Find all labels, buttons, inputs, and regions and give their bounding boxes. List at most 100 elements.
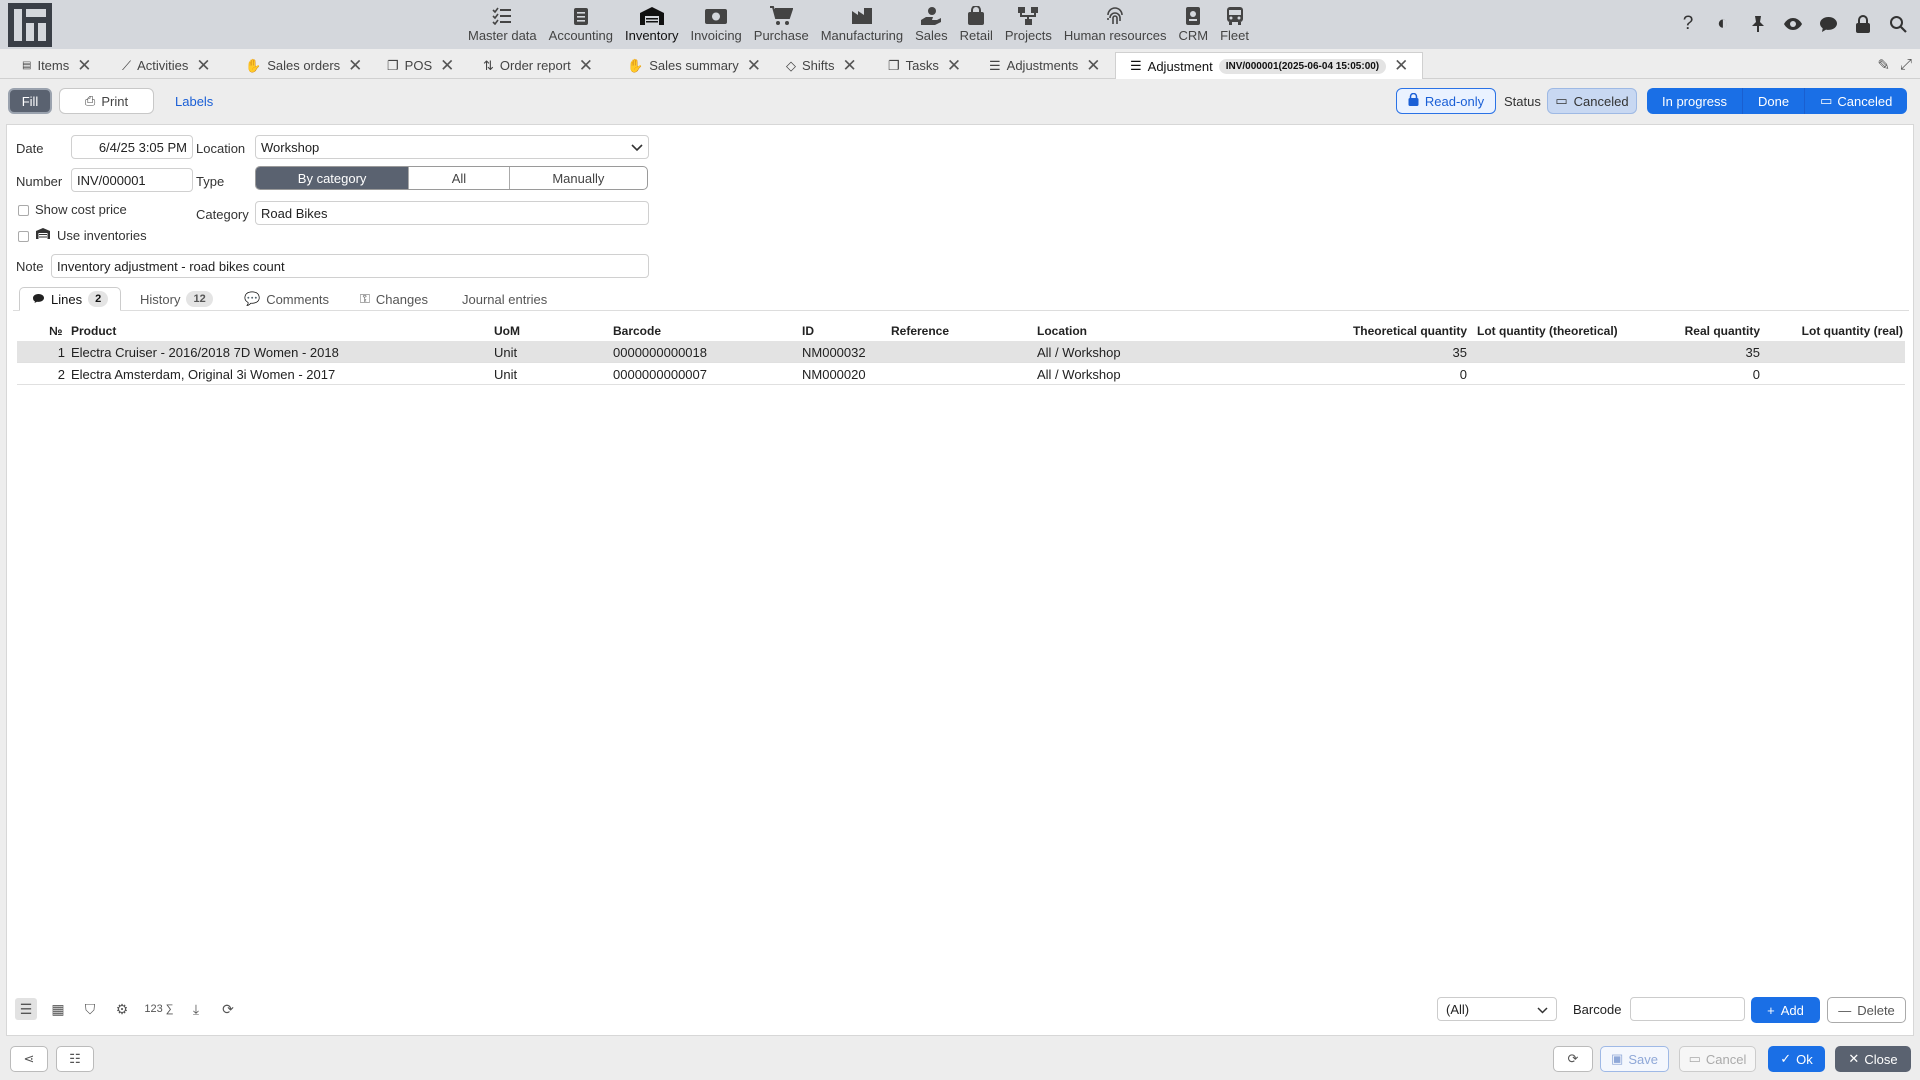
tab-pos[interactable]: ❐ POS ✕ [387, 52, 454, 79]
cancel-button[interactable]: ▭ Cancel [1679, 1046, 1756, 1072]
tab-tasks[interactable]: ❐ Tasks ✕ [888, 52, 961, 79]
number-field[interactable]: INV/000001 [71, 168, 193, 192]
print-button[interactable]: ⎙ Print [59, 88, 154, 114]
fill-button[interactable]: Fill [8, 88, 52, 114]
close-icon[interactable]: ✕ [747, 56, 761, 76]
cell-product[interactable]: Electra Cruiser - 2016/2018 7D Women - 2… [71, 345, 339, 360]
lock-icon[interactable] [1851, 12, 1875, 36]
read-only-button[interactable]: Read-only [1396, 88, 1496, 114]
ok-button[interactable]: ✓ Ok [1768, 1046, 1825, 1072]
note-field[interactable]: Inventory adjustment - road bikes count [51, 254, 649, 278]
column-header-uom[interactable]: UoM [494, 324, 520, 338]
close-icon[interactable]: ✕ [77, 56, 91, 76]
tab-items[interactable]: ▤ Items ✕ [22, 52, 92, 79]
refresh-icon[interactable]: ⟳ [217, 998, 239, 1020]
app-logo-icon[interactable] [8, 3, 52, 47]
close-icon[interactable]: ✕ [440, 56, 454, 76]
type-by-category[interactable]: By category [256, 167, 410, 189]
module-master-data[interactable]: Master data [462, 0, 543, 49]
refresh-button[interactable]: ⟳ [1553, 1046, 1593, 1072]
tab-changes[interactable]: ⚿ Changes [360, 287, 428, 311]
grid-view-icon[interactable]: ▦ [47, 998, 69, 1020]
cell-id[interactable]: NM000020 [802, 367, 866, 382]
module-accounting[interactable]: Accounting [543, 0, 619, 49]
add-line-button[interactable]: + Add [1751, 997, 1820, 1023]
module-invoicing[interactable]: Invoicing [684, 0, 747, 49]
cell-uom[interactable]: Unit [494, 367, 517, 382]
tab-order-report[interactable]: ⇅ Order report ✕ [483, 52, 593, 79]
column-header-location[interactable]: Location [1037, 324, 1087, 338]
filter-icon[interactable]: ⛉ [79, 998, 101, 1020]
cell-barcode[interactable]: 0000000000018 [613, 345, 707, 360]
labels-link[interactable]: Labels [175, 94, 213, 109]
date-field[interactable]: 6/4/25 3:05 PM [71, 135, 193, 159]
type-manually[interactable]: Manually [510, 167, 647, 189]
module-projects[interactable]: Projects [999, 0, 1058, 49]
chat-icon[interactable] [1816, 12, 1840, 36]
module-human-resources[interactable]: Human resources [1058, 0, 1173, 49]
column-header-id[interactable]: ID [802, 324, 814, 338]
type-all[interactable]: All [409, 167, 510, 189]
save-button[interactable]: ▣ Save [1600, 1046, 1669, 1072]
status-in-progress-button[interactable]: In progress [1647, 88, 1744, 114]
cell-uom[interactable]: Unit [494, 345, 517, 360]
close-icon[interactable]: ✕ [947, 56, 961, 76]
settings-icon[interactable]: ⚙ [111, 998, 133, 1020]
cell-real-quantity[interactable]: 35 [1617, 345, 1760, 360]
module-crm[interactable]: CRM [1172, 0, 1214, 49]
column-header-theoretical-quantity[interactable]: Theoretical quantity [1317, 324, 1467, 338]
location-select[interactable]: Workshop [255, 135, 649, 159]
close-icon[interactable]: ✕ [348, 56, 362, 76]
module-sales[interactable]: Sales [909, 0, 954, 49]
pin-icon[interactable] [1746, 12, 1770, 36]
theme-contrast-icon[interactable]: ◐ [1711, 12, 1735, 36]
form-settings-button[interactable]: ☷ [56, 1046, 94, 1072]
show-cost-price-checkbox[interactable] [18, 205, 29, 216]
close-icon[interactable]: ✕ [1394, 56, 1408, 76]
module-inventory[interactable]: Inventory [619, 0, 684, 49]
tab-activities[interactable]: ⟋ Activities ✕ [122, 52, 211, 79]
cell-id[interactable]: NM000032 [802, 345, 866, 360]
barcode-input[interactable] [1630, 997, 1745, 1021]
category-field[interactable]: Road Bikes [255, 201, 649, 225]
use-inventories-checkbox[interactable] [18, 231, 29, 242]
cell-product[interactable]: Electra Amsterdam, Original 3i Women - 2… [71, 367, 335, 382]
module-fleet[interactable]: Fleet [1214, 0, 1255, 49]
tab-adjustment[interactable]: ☰ Adjustment INV/000001(2025-06-04 15:05… [1115, 52, 1424, 79]
column-header-lot-real[interactable]: Lot quantity (real) [1757, 324, 1903, 338]
tab-comments[interactable]: 💬 Comments [244, 287, 329, 311]
filter-select[interactable]: (All) [1437, 997, 1557, 1021]
eye-icon[interactable] [1781, 12, 1805, 36]
column-header-lot-theoretical[interactable]: Lot quantity (theoretical) [1477, 324, 1618, 338]
tab-sales-orders[interactable]: ✋ Sales orders ✕ [245, 52, 362, 79]
help-icon[interactable]: ? [1676, 12, 1700, 36]
cell-location[interactable]: All / Workshop [1037, 367, 1121, 382]
search-icon[interactable] [1886, 12, 1910, 36]
status-done-button[interactable]: Done [1743, 88, 1806, 114]
tab-adjustments[interactable]: ☰ Adjustments ✕ [989, 52, 1100, 79]
cell-theoretical-quantity[interactable]: 0 [1317, 367, 1467, 382]
column-header-barcode[interactable]: Barcode [613, 324, 661, 338]
share-button[interactable]: ⋖ [10, 1046, 48, 1072]
tab-sales-summary[interactable]: ✋ Sales summary ✕ [627, 52, 761, 79]
module-manufacturing[interactable]: Manufacturing [815, 0, 909, 49]
module-purchase[interactable]: Purchase [748, 0, 815, 49]
status-canceled-button[interactable]: ▭ Canceled [1805, 88, 1907, 114]
close-icon[interactable]: ✕ [843, 56, 857, 76]
table-row[interactable]: 2 Electra Amsterdam, Original 3i Women -… [17, 363, 1905, 385]
fullscreen-icon[interactable]: ⤢ [1900, 56, 1912, 74]
list-view-icon[interactable]: ☰ [15, 998, 37, 1020]
close-button[interactable]: ✕ Close [1835, 1046, 1911, 1072]
column-header-product[interactable]: Product [71, 324, 116, 338]
tab-history[interactable]: History 12 [140, 287, 213, 311]
column-header-real-quantity[interactable]: Real quantity [1617, 324, 1760, 338]
tab-journal-entries[interactable]: Journal entries [462, 287, 547, 311]
tab-shifts[interactable]: ◇ Shifts ✕ [786, 52, 857, 79]
cell-barcode[interactable]: 0000000000007 [613, 367, 707, 382]
cell-location[interactable]: All / Workshop [1037, 345, 1121, 360]
cell-theoretical-quantity[interactable]: 35 [1317, 345, 1467, 360]
download-icon[interactable]: ⤓ [185, 998, 207, 1020]
column-header-reference[interactable]: Reference [891, 324, 949, 338]
close-icon[interactable]: ✕ [579, 56, 593, 76]
edit-icon[interactable]: ✎ [1877, 56, 1890, 74]
